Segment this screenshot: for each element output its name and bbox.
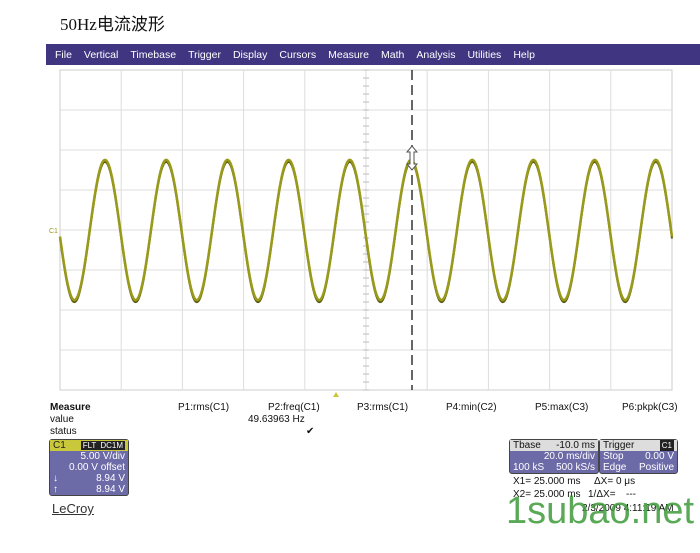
param-value: 49.63963 Hz xyxy=(248,414,305,425)
sample-rate: 500 kS/s xyxy=(556,462,595,473)
down-value: 8.94 V xyxy=(96,473,125,484)
volts-per-div: 5.00 V/div xyxy=(80,451,125,462)
param-name[interactable]: P5:max(C3) xyxy=(535,402,588,413)
offset: 0.00 V offset xyxy=(69,462,125,473)
status-label: status xyxy=(50,426,77,437)
param-name[interactable]: P2:freq(C1) xyxy=(268,402,320,413)
arrow-down-icon: ↓ xyxy=(53,473,58,484)
trigger-level: 0.00 V xyxy=(645,451,674,462)
channel-name: C1 xyxy=(53,440,66,451)
trigger-panel[interactable]: Trigger C1 Stop 0.00 V Edge Positive xyxy=(599,439,678,474)
coupling-flt: FLT xyxy=(80,441,99,450)
param-status: ✔ xyxy=(306,426,315,437)
trigger-position-marker xyxy=(333,392,339,397)
cursor-x1: X1= 25.000 ms xyxy=(513,476,581,487)
coupling-dc1m: DC1M xyxy=(98,441,125,450)
lecroy-logo: LeCroy xyxy=(52,501,94,516)
waveform-display[interactable]: C1 xyxy=(0,0,700,400)
timebase-label: Tbase xyxy=(513,440,541,451)
value-label: value xyxy=(50,414,74,425)
sample-count: 100 kS xyxy=(513,462,545,473)
channel-c1-panel[interactable]: C1 FLT DC1M 5.00 V/div 0.00 V offset ↓ 8.94… xyxy=(49,439,129,496)
channel-marker: C1 xyxy=(49,228,58,235)
param-name[interactable]: P6:pkpk(C3) xyxy=(622,402,678,413)
arrow-up-icon: ↑ xyxy=(53,484,58,495)
param-name[interactable]: P1:rms(C1) xyxy=(178,402,229,413)
trigger-label: Trigger xyxy=(603,440,635,451)
trigger-slope: Positive xyxy=(638,462,674,473)
watermark: 1subao.net xyxy=(506,490,695,532)
timebase-panel[interactable]: Tbase -10.0 ms 20.0 ms/div 100 kS 500 kS/s xyxy=(509,439,599,474)
param-name[interactable]: P4:min(C2) xyxy=(446,402,497,413)
param-name[interactable]: P3:rms(C1) xyxy=(357,402,408,413)
measure-title: Measure xyxy=(50,402,91,413)
trigger-mode: Stop xyxy=(603,451,624,462)
time-per-div: 20.0 ms/div xyxy=(543,451,595,462)
cursor-dx: ΔX= 0 μs xyxy=(594,476,636,487)
timebase-delay: -10.0 ms xyxy=(556,440,595,451)
trigger-type: Edge xyxy=(603,462,627,473)
up-value: 8.94 V xyxy=(96,484,125,495)
trigger-source: C1 xyxy=(659,440,674,451)
